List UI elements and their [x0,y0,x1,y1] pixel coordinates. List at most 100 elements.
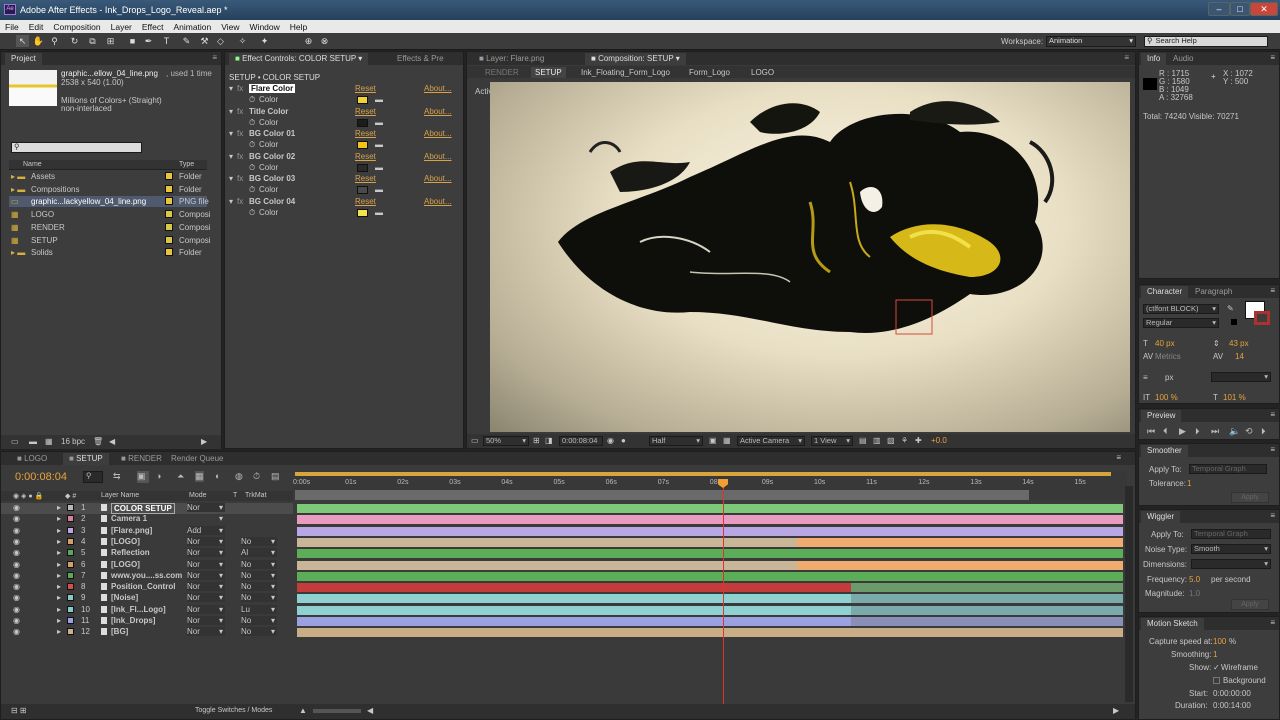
workspace-select[interactable]: Animation ▾ [1046,36,1136,47]
eyedropper-icon[interactable]: ▬ [375,208,383,217]
reset-link[interactable]: Reset [355,197,376,206]
layer-label-color[interactable] [67,617,74,624]
ram-preview-icon[interactable]: ⏵ [1261,426,1266,437]
menu-window[interactable]: Window [245,20,285,32]
stopwatch-icon[interactable]: ⏱ [249,185,255,195]
smoother-apply-select[interactable]: Temporal Graph [1189,464,1267,474]
twirl-arrow-icon[interactable]: ▸ [57,616,61,625]
twirl-arrow-icon[interactable]: ▸ [57,605,61,614]
layer-mode[interactable]: Nor ▾ [187,503,225,512]
layer-label-color[interactable] [67,628,74,636]
layer-label-color[interactable] [67,526,74,534]
layer-name[interactable]: [Ink_Drops] [111,616,155,625]
tab-smoother[interactable]: Smoother [1141,445,1188,457]
project-item[interactable]: ▸ ▬ Assets Folder [9,171,207,182]
auto-keyframe-icon[interactable]: ⏱ [253,471,260,482]
layer-row[interactable]: ◉ ▸ 1 COLOR SETUP Nor ▾ [1,503,293,514]
label-color-swatch[interactable] [165,172,173,180]
toggle-switches-modes[interactable]: Toggle Switches / Modes [195,707,272,714]
tab-paragraph[interactable]: Paragraph [1189,286,1238,298]
layer-label-color[interactable] [67,594,74,602]
label-color-swatch[interactable] [165,248,173,257]
expand-arrow-icon[interactable]: ▾ [229,129,233,138]
pan-behind-tool-icon[interactable]: ⊞ [104,35,117,47]
effect-item[interactable]: ▾ fx BG Color 01 Reset About... [225,129,463,140]
timeline-search-input[interactable]: ⚲ [83,471,103,483]
scroll-left-icon[interactable]: ◀ [109,437,115,446]
visibility-eye-icon[interactable]: ◉ [13,593,20,602]
comp-mini-flowchart-icon[interactable]: ⇆ [113,471,121,482]
tab-motion-sketch[interactable]: Motion Sketch [1141,618,1204,630]
tab-wiggler[interactable]: Wiggler [1141,511,1181,523]
vertical-scale-value[interactable]: 100 % [1155,393,1178,402]
twirl-arrow-icon[interactable]: ▸ [57,582,61,591]
tab-layer-flare[interactable]: ■ Layer: Flare.png [473,53,550,65]
layer-row[interactable]: ◉ ▸ 5 Reflection Nor ▾ Al ▾ [1,548,293,559]
timeline-scrollbar[interactable] [1125,486,1133,702]
menu-composition[interactable]: Composition [48,20,105,32]
smoother-menu-icon[interactable]: ≡ [1270,445,1275,454]
tab-effects-presets[interactable]: Effects & Pre [391,53,450,65]
project-item[interactable]: ▸ ▬ Solids Folder [9,247,207,258]
layer-name[interactable]: [Ink_Fl...Logo] [111,605,166,614]
layer-label-color[interactable] [67,537,74,545]
twirl-arrow-icon[interactable]: ▸ [57,503,61,512]
about-link[interactable]: About... [424,197,452,206]
layer-row[interactable]: ◉ ▸ 2 Camera 1 ▾ [1,514,293,525]
time-ruler[interactable]: 0:00s 01s 02s 03s 04s 05s 06s 07s 08s 09s 10s 11s 12… [293,472,1127,500]
clone-stamp-tool-icon[interactable]: ⚒ [198,35,211,47]
expand-arrow-icon[interactable]: ▾ [229,107,233,116]
layer-row[interactable]: ◉ ▸ 3 [Flare.png] Add ▾ [1,525,293,537]
label-color-swatch[interactable] [165,210,173,219]
visibility-eye-icon[interactable]: ◉ [13,627,20,636]
layer-duration-bar[interactable] [297,571,1123,581]
eyedropper-icon[interactable]: ✎ [1227,304,1234,313]
bpc-label[interactable]: 16 bpc [61,437,85,446]
zoom-tool-icon[interactable]: ⚲ [48,35,61,47]
reset-link[interactable]: Reset [355,84,376,93]
type-tool-icon[interactable]: T [160,35,173,47]
menu-effect[interactable]: Effect [137,20,169,32]
first-frame-icon[interactable]: ⏮ [1147,426,1155,437]
mask-visibility-icon[interactable]: ◨ [545,436,553,445]
always-preview-icon[interactable]: ▭ [471,436,479,445]
color-swatch[interactable] [357,141,368,150]
tab-character[interactable]: Character [1141,286,1189,298]
character-menu-icon[interactable]: ≡ [1270,286,1275,295]
layer-row[interactable]: ◉ ▸ 6 [LOGO] Nor ▾ No ▾ [1,559,293,571]
layer-name[interactable]: Camera 1 [111,514,147,523]
search-help-input[interactable]: ⚲ Search Help [1144,36,1268,47]
zoom-out-icon[interactable]: ▲ [299,706,307,715]
tab-project[interactable]: Project [5,53,42,65]
play-icon[interactable]: ▶ [1179,426,1186,437]
brainstorm-icon[interactable]: ◍ [235,471,243,482]
about-link[interactable]: About... [424,107,452,116]
layer-duration-bar[interactable] [297,504,1123,513]
project-item[interactable]: ▦ SETUP Composi [9,235,211,246]
horizontal-scale-value[interactable]: 101 % [1223,393,1246,402]
crumb-ink-floating[interactable]: Ink_Floating_Form_Logo [581,68,670,77]
maximize-button[interactable]: □ [1230,2,1250,16]
exposure-value[interactable]: +0.0 [931,436,947,445]
exposure-icon[interactable]: ✚ [915,436,922,445]
tab-render-queue[interactable]: Render Queue [165,453,229,465]
layer-duration-bar[interactable] [297,594,851,604]
work-area-bar[interactable] [295,472,1111,476]
font-style-select[interactable]: Regular ▾ [1143,318,1219,328]
layer-duration-bar-tail[interactable] [851,594,1123,604]
hide-shy-icon[interactable]: ⏶ [177,471,184,482]
layer-label-color[interactable] [67,549,74,557]
color-swatch[interactable] [357,163,368,172]
stroke-color-swatch[interactable] [1254,311,1270,325]
font-family-select[interactable]: (ctlfont BLOCK) ▾ [1143,304,1219,314]
frame-blending-icon[interactable]: ▦ [195,471,204,482]
layer-label-color[interactable] [67,583,74,591]
camera-select[interactable]: Active Camera ▾ [737,436,805,446]
about-link[interactable]: About... [424,84,452,93]
graph-editor-icon[interactable]: ▤ [271,471,280,482]
layer-trkmat[interactable]: No ▾ [241,616,277,625]
color-swatch[interactable] [357,118,368,127]
twirl-arrow-icon[interactable]: ▸ [57,526,61,535]
draft-3d-icon[interactable]: ◑ [156,471,161,481]
info-menu-icon[interactable]: ≡ [1270,53,1275,62]
